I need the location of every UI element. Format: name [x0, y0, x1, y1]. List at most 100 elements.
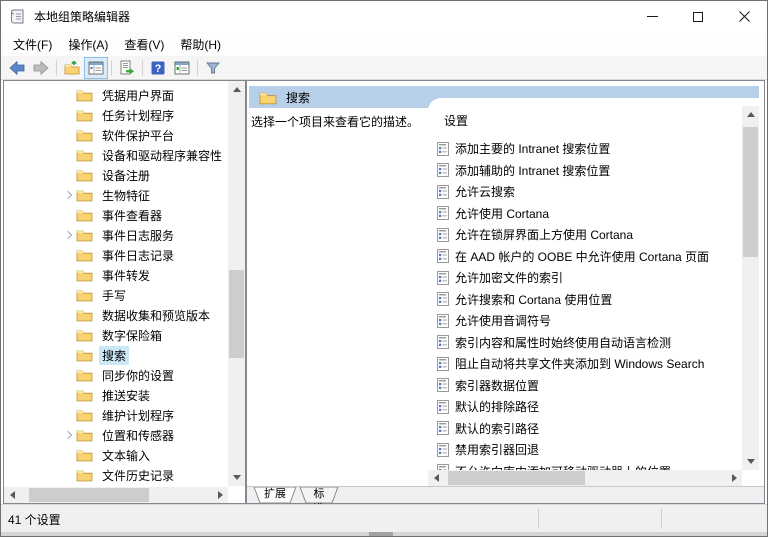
show-console-tree-button[interactable] [84, 57, 108, 79]
tree-item[interactable]: 软件保护平台 [4, 125, 228, 145]
tree-item[interactable]: 事件日志记录 [4, 245, 228, 265]
tab-extended[interactable]: 扩展 [253, 487, 297, 504]
tree-item[interactable]: 事件转发 [4, 265, 228, 285]
tree-item-label: 同步你的设置 [99, 366, 177, 385]
tree-item-label: 设备注册 [99, 166, 153, 185]
policy-setting-icon [437, 228, 449, 242]
policy-setting-item[interactable]: 索引内容和属性时始终使用自动语言检测 [428, 332, 742, 354]
chevron-right-icon[interactable] [62, 430, 76, 440]
tree-item[interactable]: 设备和驱动程序兼容性 [4, 145, 228, 165]
close-button[interactable] [721, 1, 767, 32]
scrollbar-thumb[interactable] [743, 127, 758, 257]
policy-setting-item[interactable]: 允许在锁屏界面上方使用 Cortana [428, 224, 742, 246]
menu-action[interactable]: 操作(A) [60, 32, 116, 57]
folder-icon [76, 468, 93, 482]
tree-view: 凭据用户界面 任务计划程序 [4, 85, 228, 486]
policy-setting-item[interactable]: 默认的索引路径 [428, 418, 742, 440]
tree-item[interactable]: 数字保险箱 [4, 325, 228, 345]
policy-setting-item[interactable]: 允许使用 Cortana [428, 203, 742, 225]
filter-icon [205, 60, 221, 76]
view-tabs: 扩展 标准 [247, 486, 764, 503]
folder-icon [76, 208, 93, 222]
tree-item[interactable]: 位置和传感器 [4, 425, 228, 445]
policy-setting-item[interactable]: 允许加密文件的索引 [428, 267, 742, 289]
export-list-icon [119, 60, 135, 76]
scroll-right-button[interactable] [212, 487, 228, 503]
tree-item[interactable]: 搜索 [4, 345, 228, 365]
tree-item[interactable]: 数据收集和预览版本 [4, 305, 228, 325]
tree-item[interactable]: 事件查看器 [4, 205, 228, 225]
policy-setting-label: 禁用索引器回退 [455, 441, 539, 458]
tree-item[interactable]: 凭据用户界面 [4, 85, 228, 105]
tree-item[interactable]: 同步你的设置 [4, 365, 228, 385]
policy-setting-item[interactable]: 禁用索引器回退 [428, 439, 742, 461]
scroll-down-button[interactable] [228, 469, 245, 486]
folder-icon [76, 328, 93, 342]
policy-setting-item[interactable]: 在 AAD 帐户的 OOBE 中允许使用 Cortana 页面 [428, 246, 742, 268]
minimize-button[interactable] [629, 1, 675, 32]
scrollbar-thumb[interactable] [229, 270, 244, 358]
settings-horizontal-scrollbar[interactable] [428, 470, 742, 486]
tab-standard[interactable]: 标准 [299, 487, 339, 504]
tree-item[interactable]: 文本输入 [4, 445, 228, 465]
chevron-right-icon[interactable] [62, 230, 76, 240]
policy-setting-icon [437, 443, 449, 457]
policy-setting-item[interactable]: 允许云搜索 [428, 181, 742, 203]
up-one-level-button[interactable] [60, 57, 84, 79]
export-list-button[interactable] [115, 57, 139, 79]
tree-item[interactable]: 文件历史记录 [4, 465, 228, 485]
policy-setting-item[interactable]: 允许使用音调符号 [428, 310, 742, 332]
policy-setting-label: 允许云搜索 [455, 183, 515, 200]
tree-item[interactable]: 推送安装 [4, 385, 228, 405]
new-window-button[interactable] [170, 57, 194, 79]
help-button[interactable]: ? [146, 57, 170, 79]
folder-icon [76, 248, 93, 262]
policy-setting-item[interactable]: 不允许向库中添加可移动驱动器上的位置 [428, 461, 742, 471]
tree-item[interactable]: 事件日志服务 [4, 225, 228, 245]
filter-button[interactable] [201, 57, 225, 79]
tree-item[interactable]: 任务计划程序 [4, 105, 228, 125]
chevron-right-icon[interactable] [62, 190, 76, 200]
tree-item[interactable]: 设备注册 [4, 165, 228, 185]
new-window-icon [174, 60, 190, 76]
back-button[interactable] [5, 57, 29, 79]
scroll-up-button[interactable] [742, 106, 759, 123]
policy-setting-item[interactable]: 允许搜索和 Cortana 使用位置 [428, 289, 742, 311]
folder-icon [76, 228, 93, 242]
tree-item-label: 凭据用户界面 [99, 86, 177, 105]
scroll-right-button[interactable] [726, 470, 742, 486]
tree-item[interactable]: 生物特征 [4, 185, 228, 205]
scroll-down-button[interactable] [742, 453, 759, 470]
scroll-left-button[interactable] [428, 470, 444, 486]
tree-item-label: 事件日志服务 [99, 226, 177, 245]
scroll-up-button[interactable] [228, 81, 245, 98]
menu-view[interactable]: 查看(V) [116, 32, 172, 57]
menu-help[interactable]: 帮助(H) [172, 32, 229, 57]
folder-icon [76, 188, 93, 202]
tree-horizontal-scrollbar[interactable] [4, 487, 228, 503]
policy-setting-item[interactable]: 阻止自动将共享文件夹添加到 Windows Search [428, 353, 742, 375]
tree-item[interactable]: 手写 [4, 285, 228, 305]
scrollbar-thumb[interactable] [29, 488, 149, 502]
policy-setting-label: 默认的索引路径 [455, 420, 539, 437]
policy-setting-label: 索引内容和属性时始终使用自动语言检测 [455, 334, 671, 351]
folder-icon [76, 348, 93, 362]
folder-icon [76, 268, 93, 282]
policy-setting-item[interactable]: 添加辅助的 Intranet 搜索位置 [428, 160, 742, 182]
settings-list-box: 设置 添加主要的 Intranet 搜索位置 [428, 98, 759, 486]
statusbar: 41 个设置 [1, 504, 767, 532]
maximize-button[interactable] [675, 1, 721, 32]
settings-column-header[interactable]: 设置 [444, 112, 468, 129]
policy-setting-item[interactable]: 添加主要的 Intranet 搜索位置 [428, 138, 742, 160]
policy-setting-item[interactable]: 索引器数据位置 [428, 375, 742, 397]
settings-vertical-scrollbar[interactable] [742, 106, 759, 470]
policy-setting-item[interactable]: 默认的排除路径 [428, 396, 742, 418]
folder-icon [76, 108, 93, 122]
forward-button[interactable] [29, 57, 53, 79]
tree-item[interactable]: 维护计划程序 [4, 405, 228, 425]
scroll-left-button[interactable] [4, 487, 20, 503]
scrollbar-thumb[interactable] [448, 471, 585, 485]
menu-file[interactable]: 文件(F) [5, 32, 60, 57]
tree-vertical-scrollbar[interactable] [228, 81, 245, 486]
tree-item-label: 生物特征 [99, 186, 153, 205]
